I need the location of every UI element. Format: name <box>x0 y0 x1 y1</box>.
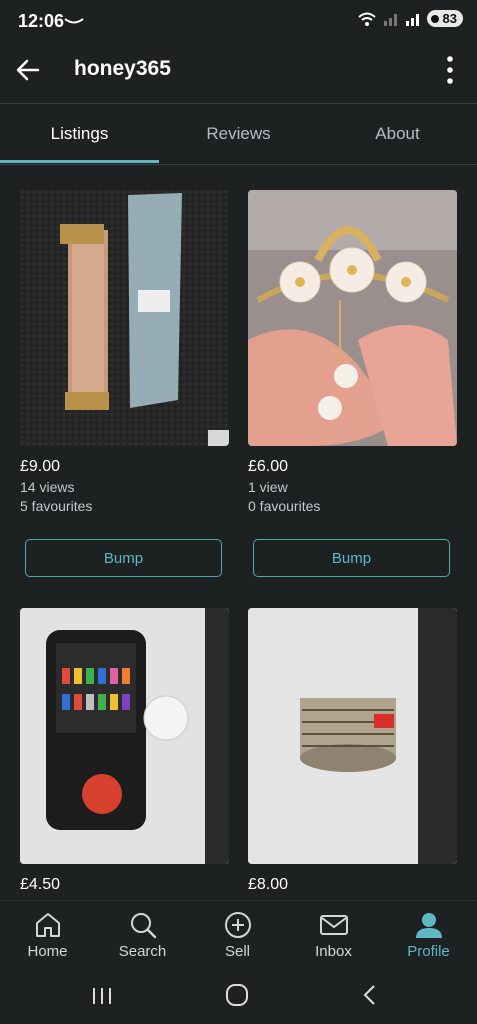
listing-favourites: 0 favourites <box>248 498 321 514</box>
nav-search[interactable]: Search <box>95 901 190 973</box>
listing-card[interactable]: £6.00 1 view 0 favourites <box>248 190 457 514</box>
recent-apps-icon[interactable] <box>90 984 114 1008</box>
bump-button[interactable]: Bump <box>25 539 222 577</box>
listing-card[interactable]: £4.50 <box>20 608 229 894</box>
search-icon <box>130 913 156 939</box>
status-time: 12:06 <box>18 11 65 31</box>
page-title: honey365 <box>74 57 171 80</box>
listing-card[interactable]: £9.00 14 views 5 favourites <box>20 190 229 514</box>
listing-image[interactable] <box>248 608 457 864</box>
listing-price: £6.00 <box>248 458 289 475</box>
listing-image[interactable] <box>20 608 229 864</box>
nav-label: Home <box>27 943 68 960</box>
bump-button[interactable]: Bump <box>253 539 450 577</box>
listing-image[interactable] <box>20 190 229 446</box>
nav-label: Sell <box>224 943 250 960</box>
notification-icon <box>64 18 84 24</box>
signal-icon <box>383 13 397 26</box>
tab-listings[interactable]: Listings <box>0 104 159 164</box>
tab-reviews[interactable]: Reviews <box>159 104 318 164</box>
battery-indicator: 83 <box>426 10 463 27</box>
listing-views: 1 view <box>248 479 288 495</box>
system-back-icon[interactable] <box>358 982 382 1008</box>
more-options-icon[interactable] <box>443 54 457 86</box>
bracelet-photo <box>20 190 229 446</box>
nav-profile[interactable]: Profile <box>381 901 476 973</box>
nav-inbox[interactable]: Inbox <box>286 901 381 973</box>
listing-price: £9.00 <box>20 458 61 475</box>
back-arrow-icon[interactable] <box>14 56 42 84</box>
nav-home[interactable]: Home <box>0 901 95 973</box>
plus-circle-icon <box>224 912 251 938</box>
sewing-kit-photo <box>20 608 229 864</box>
nav-label: Search <box>118 943 167 960</box>
bangles-photo <box>248 608 457 864</box>
home-icon <box>35 913 60 937</box>
wifi-icon <box>357 12 376 26</box>
home-button-icon[interactable] <box>224 982 250 1008</box>
listing-image[interactable] <box>248 190 457 446</box>
person-icon <box>415 913 442 938</box>
listing-views: 14 views <box>20 479 75 495</box>
system-navigation-bar <box>0 972 477 1024</box>
listing-price: £8.00 <box>248 876 289 893</box>
tab-about[interactable]: About <box>318 104 477 164</box>
bottom-navigation: Home Search Sell Inbox Profile <box>0 900 477 973</box>
nav-sell[interactable]: Sell <box>190 901 285 973</box>
top-app-bar: honey365 <box>0 44 477 102</box>
status-bar: 12:06 83 <box>0 0 477 44</box>
listing-card[interactable]: £8.00 <box>248 608 457 894</box>
nav-label: Inbox <box>315 943 352 960</box>
active-tab-indicator <box>0 160 159 163</box>
nav-label: Profile <box>407 943 450 960</box>
listing-price: £4.50 <box>20 876 61 893</box>
mail-icon <box>319 915 348 935</box>
tab-bar: Listings Reviews About <box>0 104 477 165</box>
hair-clip-photo <box>248 190 457 446</box>
listing-favourites: 5 favourites <box>20 498 93 514</box>
signal-roaming-icon <box>405 13 419 26</box>
